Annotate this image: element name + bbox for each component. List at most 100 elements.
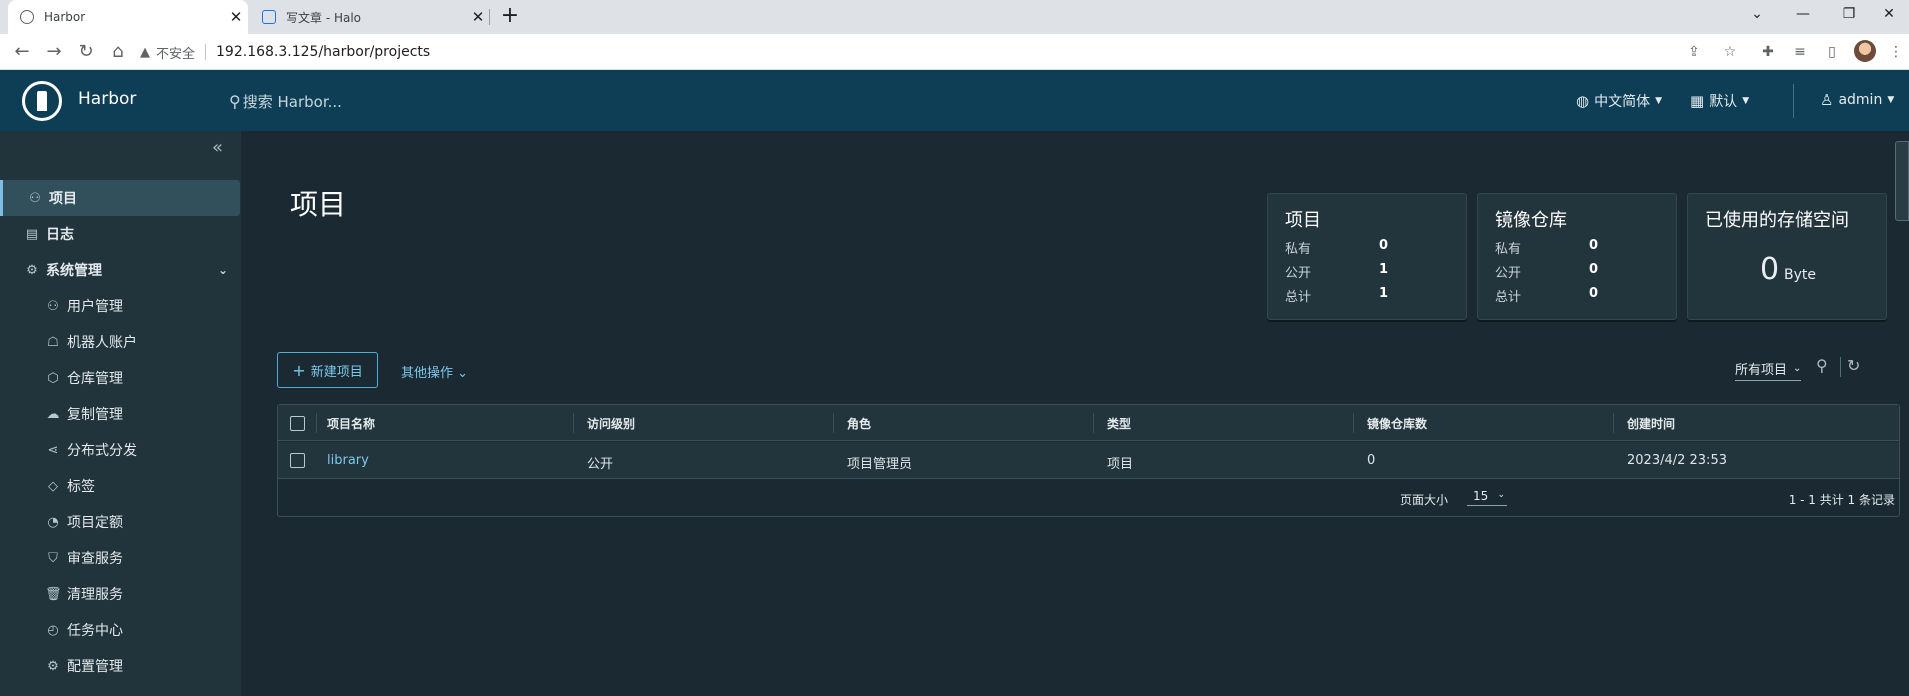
browser-tabbar: Harbor ✕ 写文章 - Halo ✕ + ⌄ — ❐ ✕: [0, 0, 1909, 34]
sidebar-item-logs[interactable]: ▤ 日志: [0, 216, 240, 252]
pagination-summary: 1 - 1 共计 1 条记录: [1788, 493, 1895, 507]
address-bar[interactable]: ▲ 不安全 192.168.3.125/harbor/projects: [140, 38, 1740, 66]
tab-search-icon[interactable]: ⌄: [1734, 0, 1780, 28]
projects-icon: ⚇: [29, 190, 41, 206]
sidebar-item-administration[interactable]: ⚙ 系统管理 ⌄: [0, 252, 240, 288]
row-label: 私有: [1285, 242, 1312, 257]
url-text[interactable]: 192.168.3.125/harbor/projects: [216, 44, 430, 60]
browser-tab-halo[interactable]: 写文章 - Halo ✕: [250, 0, 490, 34]
minimize-button[interactable]: —: [1780, 0, 1826, 28]
new-tab-button[interactable]: +: [498, 2, 522, 30]
sidebar-item-project-quotas[interactable]: ◔ 项目定额: [0, 504, 240, 540]
page-size-select[interactable]: 15 ⌄: [1467, 489, 1507, 506]
bookmark-star-icon[interactable]: ☆: [1718, 40, 1742, 64]
harbor-logo-icon[interactable]: [22, 81, 62, 121]
reload-icon[interactable]: ↻: [72, 38, 100, 66]
sidebar-item-users[interactable]: ⚇ 用户管理: [0, 288, 240, 324]
chevron-down-icon: ▼: [1655, 96, 1663, 106]
creation-time: 2023/4/2 23:53: [1627, 453, 1727, 468]
back-arrow-icon[interactable]: ←: [8, 38, 36, 66]
new-project-label: 新建项目: [310, 364, 363, 380]
security-label: 不安全: [156, 46, 196, 62]
project-filter-select[interactable]: 所有项目 ⌄: [1735, 359, 1802, 381]
chevron-down-icon[interactable]: ⌄: [218, 263, 228, 277]
side-drawer-tab[interactable]: [1895, 141, 1909, 221]
close-tab-icon[interactable]: ✕: [224, 8, 248, 26]
replication-icon: ☁: [46, 406, 60, 422]
header-divider: [1793, 84, 1794, 118]
forward-arrow-icon[interactable]: →: [40, 38, 68, 66]
browser-tab-harbor[interactable]: Harbor ✕: [8, 0, 248, 34]
column-header-type[interactable]: 类型: [1107, 415, 1131, 432]
global-search[interactable]: ⚲ 搜索 Harbor...: [229, 91, 342, 112]
column-header-role[interactable]: 角色: [847, 415, 871, 432]
column-divider: [1613, 413, 1614, 433]
side-panel-icon[interactable]: ▯: [1820, 40, 1844, 64]
column-header-name[interactable]: 项目名称: [327, 415, 375, 432]
column-header-access[interactable]: 访问级别: [587, 415, 635, 432]
sidebar-item-clean-up[interactable]: 🗑 清理服务: [0, 576, 240, 612]
close-window-button[interactable]: ✕: [1866, 0, 1909, 28]
language-label: 中文简体: [1594, 94, 1651, 110]
collapse-sidebar-icon[interactable]: «: [212, 137, 223, 158]
row-checkbox[interactable]: [290, 453, 305, 468]
calendar-icon: ▦: [1690, 92, 1705, 110]
globe-icon: ◍: [1576, 92, 1590, 110]
admin-icon: ⚙: [26, 262, 38, 278]
extensions-icon[interactable]: ✚: [1756, 40, 1780, 64]
row-value: 1: [1379, 262, 1389, 277]
sidebar-item-label: 项目定额: [67, 515, 123, 531]
column-header-repo-count[interactable]: 镜像仓库数: [1367, 415, 1427, 432]
close-tab-icon[interactable]: ✕: [466, 8, 490, 26]
chevron-down-icon: ▼: [1742, 96, 1750, 106]
select-all-checkbox[interactable]: [290, 416, 305, 431]
sidebar-item-configuration[interactable]: ⚙ 配置管理: [0, 648, 240, 684]
column-divider: [573, 413, 574, 433]
home-icon[interactable]: ⌂: [104, 38, 132, 66]
project-name-link[interactable]: library: [327, 453, 369, 468]
sidebar-item-interrogation-services[interactable]: ⛉ 审查服务: [0, 540, 240, 576]
sidebar-item-job-service[interactable]: ◴ 任务中心: [0, 612, 240, 648]
brand-name[interactable]: Harbor: [78, 89, 136, 109]
search-placeholder[interactable]: 搜索 Harbor...: [243, 91, 342, 112]
halo-favicon-icon: [262, 10, 276, 24]
sidebar-item-replications[interactable]: ☁ 复制管理: [0, 396, 240, 432]
reading-list-icon[interactable]: ≡: [1788, 40, 1812, 64]
table-footer: 页面大小 15 ⌄ 1 - 1 共计 1 条记录: [278, 480, 1899, 516]
other-actions-dropdown[interactable]: 其他操作 ⌄: [401, 362, 468, 381]
app-header: Harbor ⚲ 搜索 Harbor... ◍ 中文简体 ▼ ▦ 默认 ▼ ♙ …: [0, 70, 1909, 131]
user-dropdown[interactable]: ♙ admin ▼: [1820, 91, 1894, 109]
card-row-total: 总计 1: [1285, 286, 1388, 305]
storage-usage: 0 Byte: [1688, 252, 1888, 287]
refresh-icon[interactable]: ↻: [1847, 356, 1860, 375]
sidebar-item-label: 仓库管理: [67, 371, 123, 387]
distribution-icon: ⋖: [47, 442, 59, 458]
sidebar-item-projects[interactable]: ⚇ 项目: [0, 180, 240, 216]
harbor-favicon-icon: [20, 10, 34, 24]
sidebar-item-label: 配置管理: [67, 659, 123, 675]
sidebar-item-distributions[interactable]: ⋖ 分布式分发: [0, 432, 240, 468]
storage-value: 0: [1759, 252, 1780, 287]
language-dropdown[interactable]: ◍ 中文简体 ▼: [1576, 91, 1662, 111]
search-icon[interactable]: ⚲: [1816, 356, 1828, 375]
profile-avatar[interactable]: [1854, 40, 1876, 62]
date-format-dropdown[interactable]: ▦ 默认 ▼: [1690, 91, 1749, 111]
browser-toolbar: ← → ↻ ⌂ ▲ 不安全 192.168.3.125/harbor/proje…: [0, 34, 1909, 70]
menu-kebab-icon[interactable]: ⋮: [1884, 40, 1908, 64]
sidebar-item-labels[interactable]: ◇ 标签: [0, 468, 240, 504]
projects-table: 项目名称 访问级别 角色 类型 镜像仓库数 创建时间 library 公开 项目…: [277, 404, 1900, 517]
card-title: 项目: [1285, 210, 1321, 231]
storage-unit: Byte: [1784, 267, 1817, 283]
card-row-public: 公开 0: [1495, 262, 1598, 281]
share-icon[interactable]: ⇪: [1682, 40, 1706, 64]
date-format-label: 默认: [1709, 94, 1738, 110]
column-header-created[interactable]: 创建时间: [1627, 415, 1675, 432]
card-row-public: 公开 1: [1285, 262, 1388, 281]
sidebar-item-label: 审查服务: [67, 551, 123, 567]
card-row-private: 私有 0: [1285, 238, 1388, 257]
new-project-button[interactable]: + 新建项目: [277, 352, 378, 388]
plus-icon: +: [292, 360, 306, 380]
sidebar-item-registries[interactable]: ⬡ 仓库管理: [0, 360, 240, 396]
row-label: 公开: [1285, 266, 1312, 281]
sidebar-item-robot-accounts[interactable]: ☖ 机器人账户: [0, 324, 240, 360]
